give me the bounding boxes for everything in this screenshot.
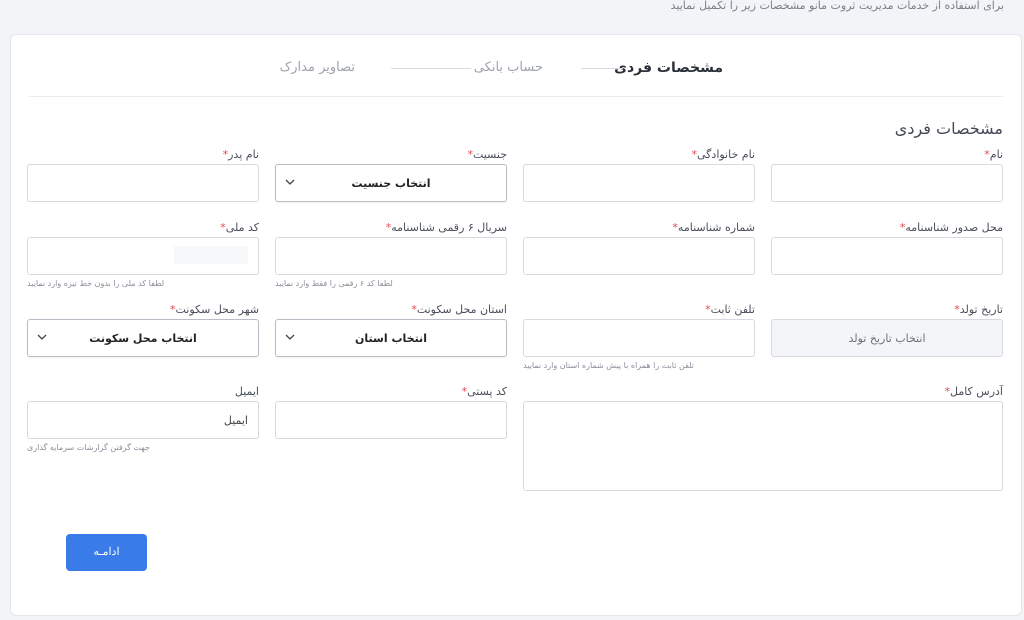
postal-code-field: کد پستی* [275,385,507,439]
province-field: استان محل سکونت* انتخاب استان [275,303,507,357]
step-divider [391,68,471,69]
email-field: ایمیل ایمیل جهت گرفتن گزارشات سرمایه گذا… [27,385,259,452]
header-divider [29,96,1003,97]
email-hint: جهت گرفتن گزارشات سرمایه گذاری [27,443,150,452]
step-documents[interactable]: تصاویر مدارک [280,59,355,77]
city-label: شهر محل سکونت [175,303,259,316]
issue-place-field: محل صدور شناسنامه* [771,221,1003,275]
address-label: آدرس کامل [949,385,1003,398]
father-name-label: نام پدر [228,148,259,161]
chevron-down-icon [285,179,295,185]
email-placeholder: ایمیل [223,414,248,427]
national-code-field: کد ملی* لطفا کد ملی را بدون خط تیره وارد… [27,221,259,288]
issue-place-label: محل صدور شناسنامه [905,221,1003,234]
step-divider [581,68,623,69]
id-serial-field: سریال ۶ رقمی شناسنامه* لطفا کد ۶ رقمی را… [275,221,507,288]
national-code-label: کد ملی [225,221,259,234]
province-value: انتخاب استان [355,332,427,345]
birth-date-field: تاریخ تولد* انتخاب تاریخ تولد [771,303,1003,357]
province-select[interactable]: انتخاب استان [275,319,507,357]
national-code-input[interactable] [27,237,259,275]
city-field: شهر محل سکونت* انتخاب محل سکونت [27,303,259,357]
landline-hint: تلفن ثابت را همراه با پیش شماره استان وا… [523,361,695,370]
issue-place-input[interactable] [771,237,1003,275]
birth-date-placeholder: انتخاب تاریخ تولد [848,332,926,345]
landline-field: تلفن ثابت* تلفن ثابت را همراه با پیش شما… [523,303,755,370]
first-name-input[interactable] [771,164,1003,202]
postal-code-label: کد پستی [467,385,507,398]
address-field: آدرس کامل* [523,385,1003,491]
birth-date-picker[interactable]: انتخاب تاریخ تولد [771,319,1003,357]
province-label: استان محل سکونت [416,303,507,316]
id-serial-hint: لطفا کد ۶ رقمی را فقط وارد نمایید [275,279,393,288]
id-serial-label: سریال ۶ رقمی شناسنامه [391,221,507,234]
form-card: مشخصات فردی حساب بانکی تصاویر مدارک مشخص… [10,34,1022,616]
gender-select[interactable]: انتخاب جنسیت [275,164,507,202]
last-name-label: نام خانوادگی [697,148,755,161]
section-title: مشخصات فردی [894,119,1003,138]
email-label: ایمیل [234,385,259,398]
gender-value: انتخاب جنسیت [351,177,431,190]
father-name-field: نام پدر* [27,148,259,202]
id-number-input[interactable] [523,237,755,275]
gender-field: جنسیت* انتخاب جنسیت [275,148,507,202]
last-name-input[interactable] [523,164,755,202]
chevron-down-icon [285,334,295,340]
id-number-field: شماره شناسنامه* [523,221,755,275]
redacted-value [174,246,248,264]
email-input[interactable]: ایمیل [27,401,259,439]
id-serial-input[interactable] [275,237,507,275]
first-name-label: نام [989,148,1003,161]
landline-label: تلفن ثابت [710,303,755,316]
step-bank[interactable]: حساب بانکی [474,59,543,77]
city-select[interactable]: انتخاب محل سکونت [27,319,259,357]
continue-button[interactable]: ادامـه [66,534,147,571]
chevron-down-icon [37,334,47,340]
father-name-input[interactable] [27,164,259,202]
national-code-hint: لطفا کد ملی را بدون خط تیره وارد نمایید [27,279,165,288]
city-value: انتخاب محل سکونت [89,332,197,345]
birth-date-label: تاریخ تولد [959,303,1003,316]
gender-label: جنسیت [472,148,507,161]
stepper: مشخصات فردی حساب بانکی تصاویر مدارک [11,59,1021,79]
address-textarea[interactable] [523,401,1003,491]
id-number-label: شماره شناسنامه [677,221,755,234]
landline-input[interactable] [523,319,755,357]
first-name-field: نام* [771,148,1003,202]
intro-text: برای استفاده از خدمات مدیریت ثروت مانو م… [670,0,1004,12]
last-name-field: نام خانوادگی* [523,148,755,202]
step-personal[interactable]: مشخصات فردی [614,59,723,77]
postal-code-input[interactable] [275,401,507,439]
